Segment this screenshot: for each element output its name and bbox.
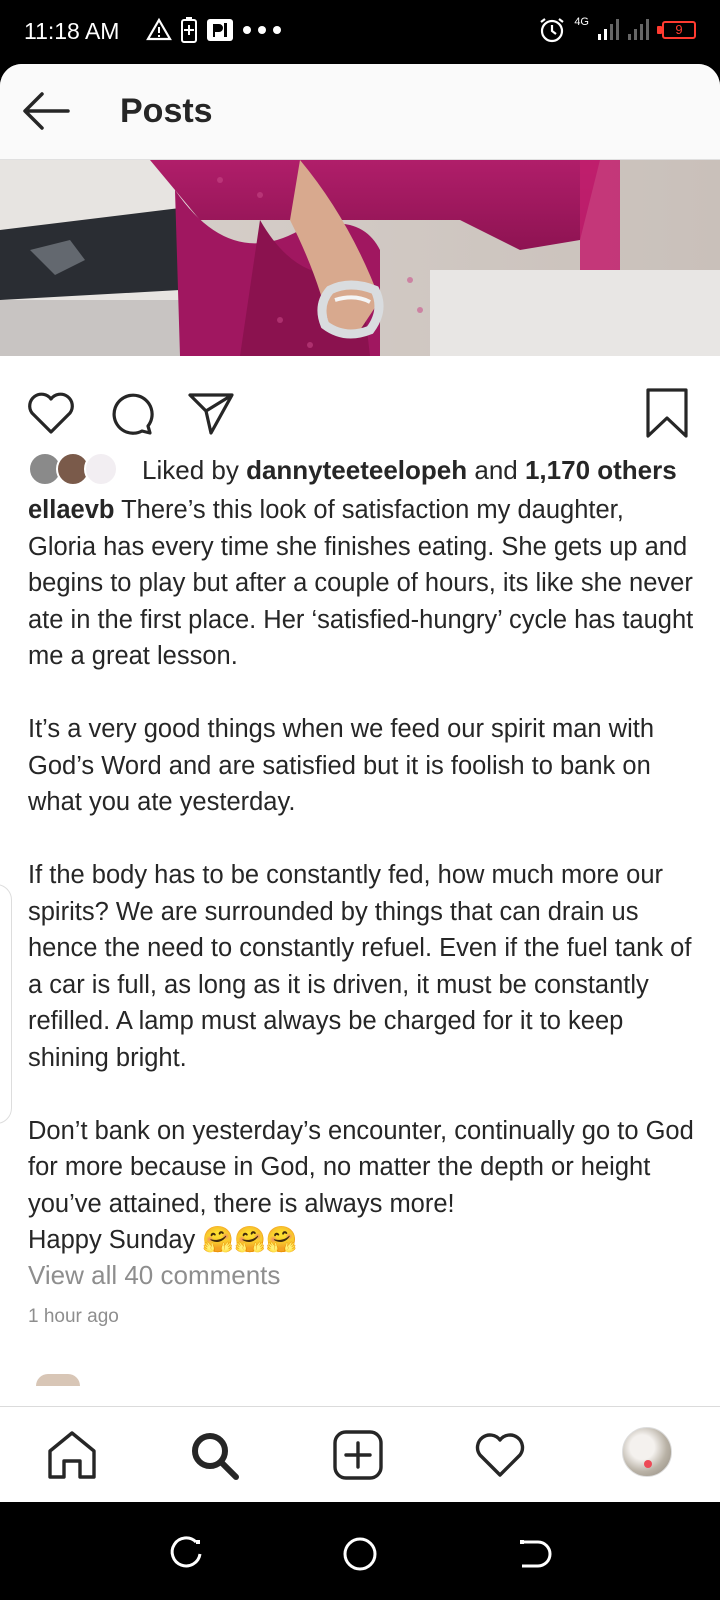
notification-dot	[644, 1460, 652, 1468]
liker-username[interactable]: dannyteeteelopeh	[246, 455, 467, 485]
post-action-bar	[0, 356, 720, 456]
caption-paragraph: Don’t bank on yesterday’s encounter, con…	[28, 1116, 694, 1218]
battery-saver-icon	[181, 17, 197, 43]
status-time: 11:18 AM	[24, 18, 120, 44]
view-comments-link[interactable]: View all 40 comments	[28, 1260, 280, 1291]
header-bar: Posts	[0, 64, 720, 160]
app-screen: Posts Liked by dannyteeteelopeh and 1,17…	[0, 64, 720, 1502]
post-caption: ellaevb There’s this look of satisfactio…	[28, 492, 698, 1259]
caption-paragraph: If the body has to be constantly fed, ho…	[28, 861, 692, 1072]
post-timestamp: 1 hour ago	[28, 1306, 119, 1327]
liked-by-prefix: Liked by	[142, 454, 247, 485]
arrow-left-icon	[23, 92, 70, 130]
system-nav-bar	[0, 1502, 720, 1600]
profile-avatar[interactable]	[622, 1427, 672, 1477]
avatar	[84, 452, 118, 486]
edge-panel-handle[interactable]	[0, 884, 12, 1124]
back-icon[interactable]	[514, 1534, 554, 1574]
caption-paragraph: There’s this look of satisfaction my dau…	[28, 496, 694, 670]
recent-apps-icon[interactable]	[166, 1534, 206, 1574]
page-title: Posts	[120, 92, 213, 130]
share-icon[interactable]	[184, 386, 238, 440]
back-button[interactable]	[18, 86, 74, 136]
comment-icon[interactable]	[104, 386, 158, 440]
post-photo	[0, 160, 720, 356]
network-type: 4G	[574, 16, 589, 28]
p-icon	[207, 19, 233, 41]
activity-heart-icon[interactable]	[472, 1427, 528, 1483]
liker-avatars	[28, 450, 128, 490]
caption-paragraph: It’s a very good things when we feed our…	[28, 715, 655, 816]
likes-count[interactable]: 1,170 others	[525, 455, 677, 485]
home-circle-icon[interactable]	[340, 1534, 380, 1574]
battery-icon: 9	[657, 21, 696, 39]
bottom-nav	[0, 1406, 720, 1502]
new-post-icon[interactable]	[330, 1427, 386, 1483]
signal-icon	[598, 19, 619, 40]
status-bar: 11:18 AM 4G 9	[0, 0, 720, 64]
alarm-icon	[540, 18, 564, 43]
likes-row[interactable]: Liked by dannyteeteelopeh and 1,170 othe…	[28, 448, 708, 492]
more-dots-icon	[243, 26, 281, 34]
signal-icon	[628, 19, 649, 40]
heart-icon[interactable]	[24, 386, 78, 440]
caption-paragraph: Happy Sunday 🤗🤗🤗	[28, 1226, 298, 1254]
next-post-avatar	[36, 1374, 80, 1386]
liked-by-and: and	[467, 454, 525, 485]
post-image[interactable]	[0, 160, 720, 356]
caption-username[interactable]: ellaevb	[28, 496, 114, 524]
home-icon[interactable]	[44, 1427, 100, 1483]
search-icon[interactable]	[186, 1427, 242, 1483]
alert-icon	[146, 17, 172, 41]
bookmark-icon[interactable]	[640, 386, 694, 440]
battery-level: 9	[662, 21, 696, 39]
